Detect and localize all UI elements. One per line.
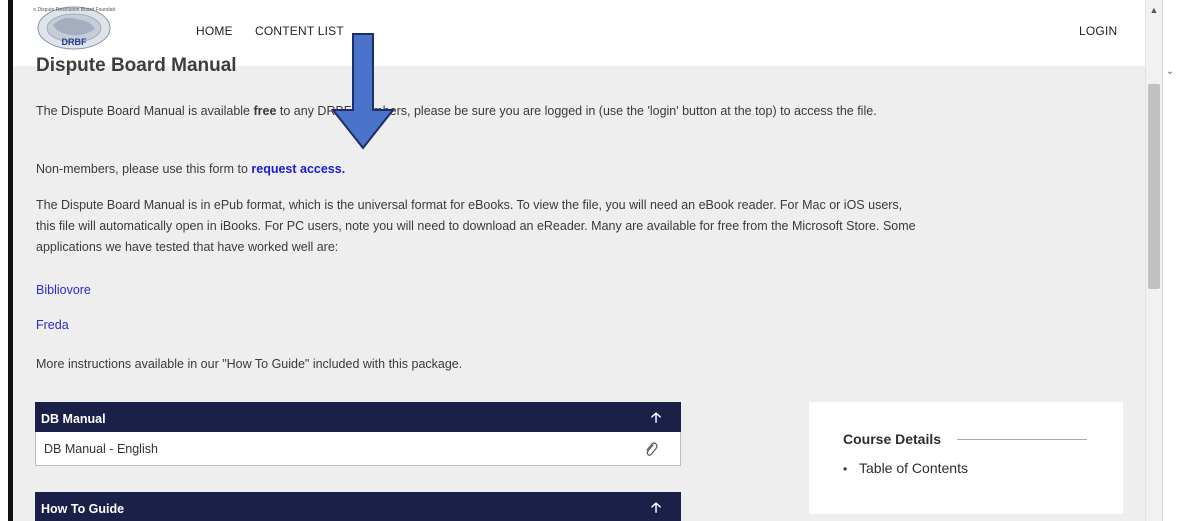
table-of-contents-link[interactable]: Table of Contents	[859, 460, 968, 476]
how-to-guide-title: How To Guide	[41, 502, 125, 516]
course-details-divider	[957, 439, 1087, 440]
outer-scrollbar[interactable]: ⌄	[1162, 0, 1177, 521]
nonmember-paragraph: Non-members, please use this form to req…	[36, 159, 916, 180]
page-content: The Dispute Resolution Board Foundation …	[13, 0, 1145, 521]
how-to-guide-header[interactable]: How To Guide 🡡	[35, 492, 681, 521]
paperclip-icon[interactable]	[644, 441, 658, 459]
db-manual-item[interactable]: DB Manual - English	[35, 432, 681, 466]
db-manual-accordion: DB Manual 🡡 DB Manual - English	[35, 402, 681, 466]
db-manual-header[interactable]: DB Manual 🡡	[35, 402, 681, 432]
bullet-icon: •	[843, 462, 848, 476]
intro-text-a: The Dispute Board Manual is available	[36, 104, 254, 118]
epub-paragraph: The Dispute Board Manual is in ePub form…	[36, 198, 916, 254]
intro-text-free: free	[253, 104, 277, 118]
request-access-link[interactable]: request access.	[251, 162, 345, 176]
up-arrow-icon[interactable]: 🡡	[651, 497, 661, 521]
logo-text: DRBF	[62, 37, 87, 47]
scroll-thumb[interactable]	[1148, 84, 1160, 289]
course-details-title: Course Details	[843, 431, 942, 447]
left-edge-bar	[0, 0, 13, 521]
nav-login[interactable]: LOGIN	[1079, 24, 1117, 38]
nonmember-text: Non-members, please use this form to	[36, 162, 252, 176]
how-to-guide-accordion: How To Guide 🡡	[35, 492, 681, 521]
scroll-up-icon[interactable]: ▲	[1146, 2, 1162, 18]
db-manual-title: DB Manual	[41, 412, 106, 426]
bibliovore-link[interactable]: Bibliovore	[36, 283, 91, 297]
drbf-logo[interactable]: The Dispute Resolution Board Foundation …	[33, 1, 115, 53]
db-manual-item-label: DB Manual - English	[44, 442, 158, 456]
page-title: Dispute Board Manual	[36, 55, 237, 76]
freda-link[interactable]: Freda	[36, 318, 69, 332]
inner-scrollbar[interactable]: ▲	[1145, 0, 1162, 521]
instructions-paragraph: More instructions available in our "How …	[36, 357, 463, 371]
up-arrow-icon[interactable]: 🡡	[651, 407, 661, 431]
course-details-card: Course Details • Table of Contents	[809, 402, 1123, 514]
svg-text:The Dispute Resolution Board F: The Dispute Resolution Board Foundation	[33, 7, 115, 13]
intro-paragraph: The Dispute Board Manual is available fr…	[36, 101, 916, 122]
down-arrow-annotation	[331, 33, 395, 150]
chevron-down-icon[interactable]: ⌄	[1163, 66, 1177, 82]
nav-home[interactable]: HOME	[196, 24, 233, 38]
course-details-item[interactable]: • Table of Contents	[843, 460, 968, 476]
